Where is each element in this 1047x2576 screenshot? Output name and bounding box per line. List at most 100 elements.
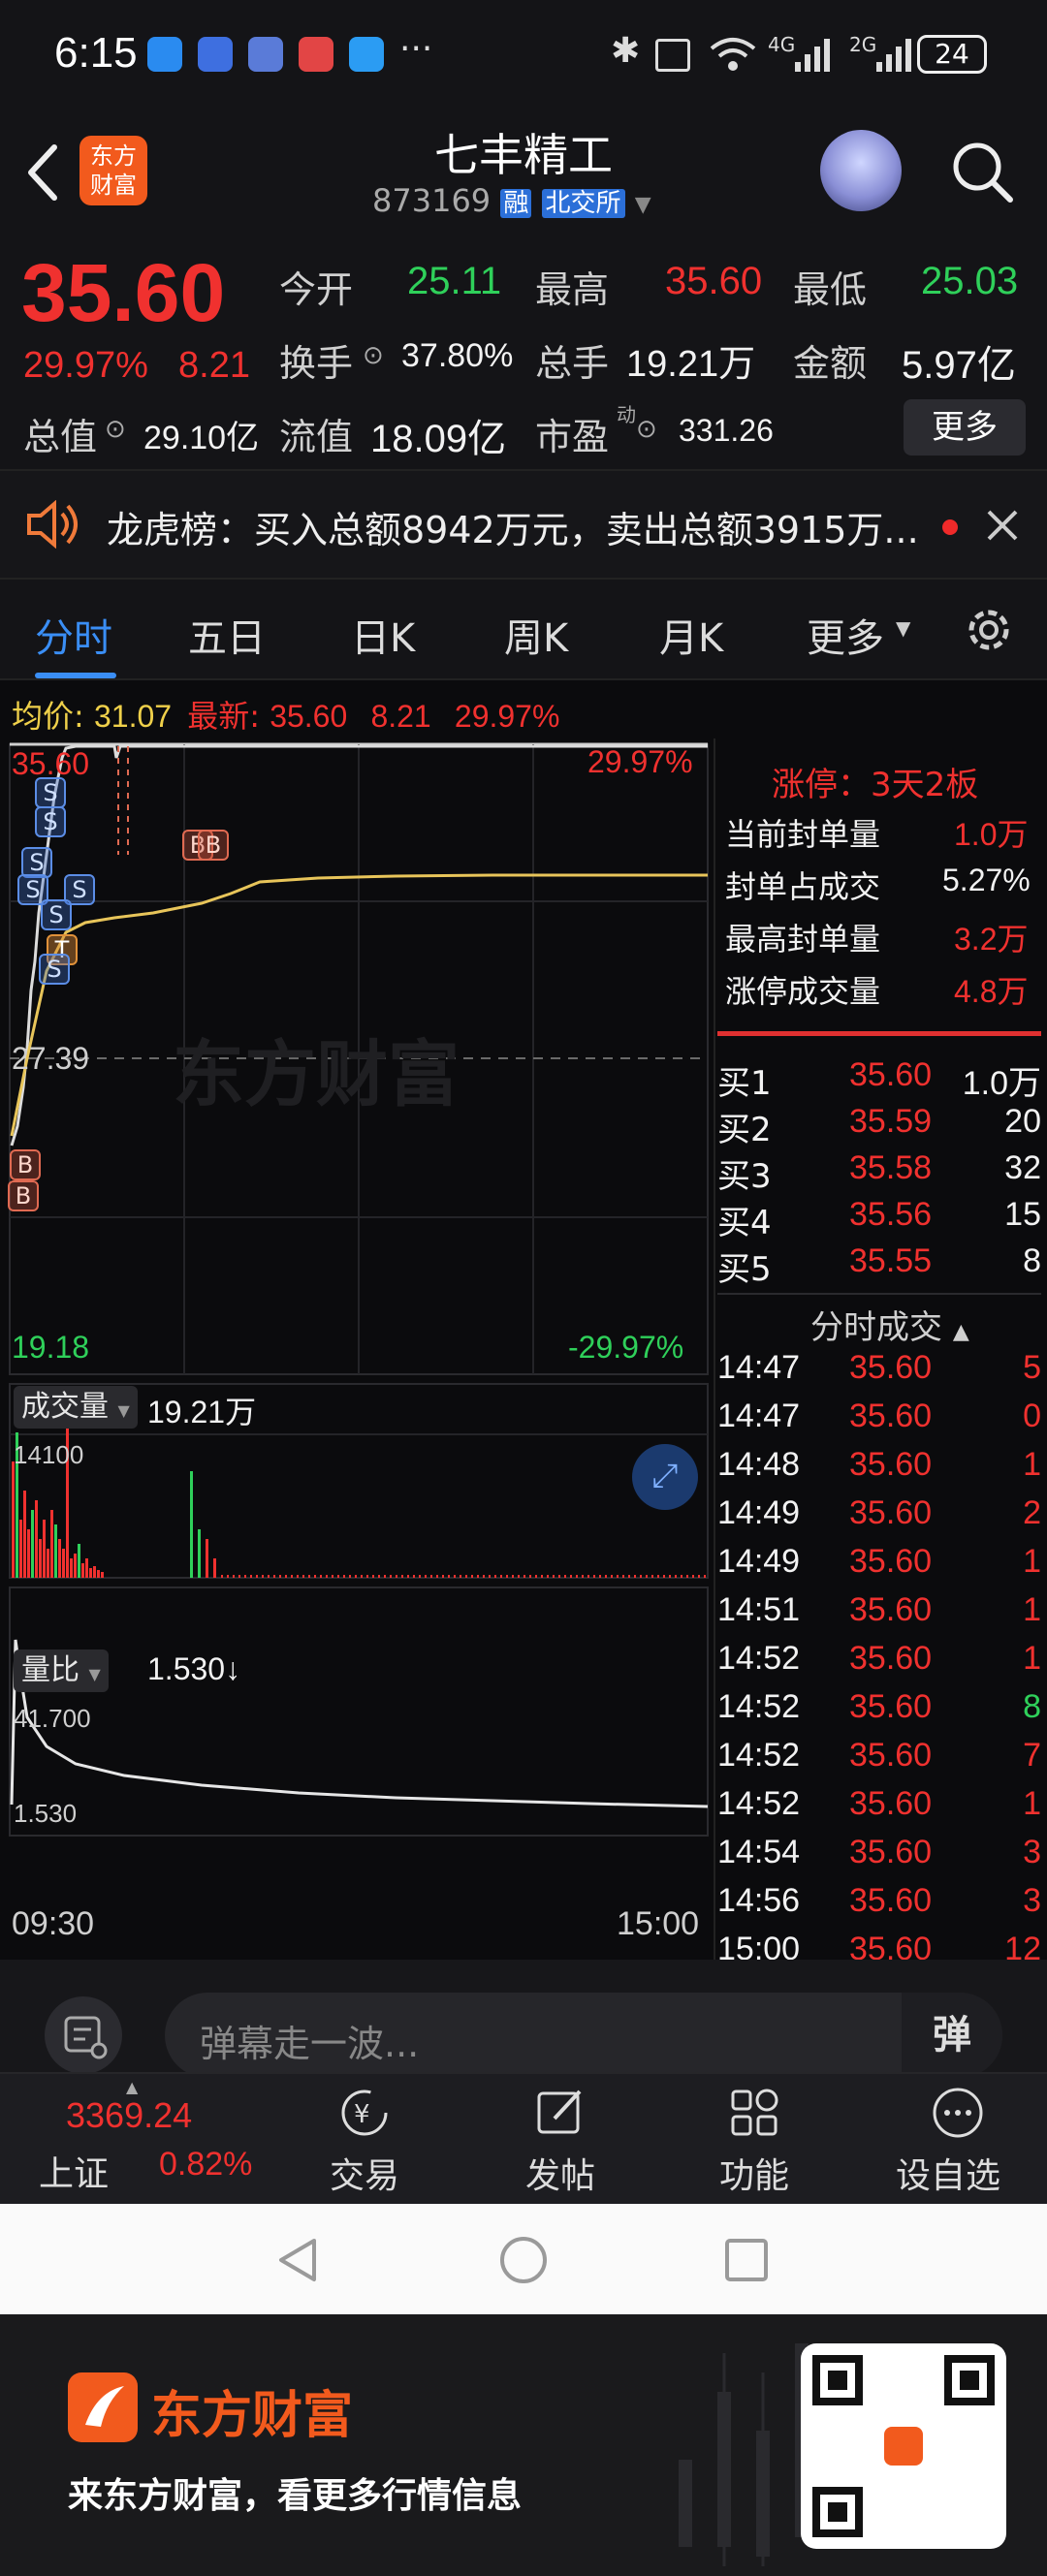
info-icon[interactable]: ⊙ bbox=[636, 415, 657, 444]
volume-bar bbox=[570, 1575, 572, 1578]
tab-daily-k[interactable]: 日K bbox=[351, 607, 415, 663]
ratio-label: 量比 bbox=[21, 1653, 79, 1687]
limit-divider bbox=[717, 1031, 1041, 1036]
top-price-label: 35.60 bbox=[12, 746, 90, 781]
buy-marker[interactable]: B bbox=[198, 830, 229, 861]
volume-bar bbox=[436, 1575, 438, 1578]
stock-code: 873169 融 北交所 ▼ bbox=[372, 182, 651, 219]
bottom-price-label: 19.18 bbox=[12, 1330, 90, 1365]
home-circle-icon[interactable] bbox=[498, 2235, 549, 2285]
volume-bar bbox=[512, 1575, 514, 1578]
notice-bar[interactable]: 龙虎榜：买入总额8942万元，卖出总额3915万... bbox=[0, 469, 1047, 578]
tab-more[interactable]: 更多 bbox=[807, 607, 884, 663]
close-icon[interactable] bbox=[985, 508, 1020, 543]
chevron-down-icon[interactable]: ▼ bbox=[635, 193, 651, 217]
more-button[interactable]: 更多 bbox=[904, 399, 1026, 456]
ratio-max-label: 41.700 bbox=[14, 1704, 91, 1733]
trade-row: 14:51 35.60 1 bbox=[717, 1591, 1047, 1640]
info-icon[interactable]: ⊙ bbox=[363, 341, 384, 370]
nav-trade[interactable]: ¥ 交易 bbox=[312, 2074, 419, 2206]
volume-bar bbox=[349, 1575, 351, 1578]
volume-value: 19.21万 bbox=[626, 344, 756, 385]
buy-marker[interactable]: B bbox=[10, 1149, 41, 1180]
tab-monthly-k[interactable]: 月K bbox=[659, 607, 723, 663]
volume-ratio-line bbox=[10, 1639, 709, 1808]
volume-bar bbox=[698, 1575, 700, 1578]
volume-bar bbox=[302, 1575, 304, 1578]
volume-bar bbox=[518, 1575, 520, 1578]
gear-icon[interactable] bbox=[960, 601, 1018, 659]
battery-icon: 24 bbox=[917, 35, 987, 74]
volume-indicator-selector[interactable]: 成交量 ▼ bbox=[14, 1386, 138, 1429]
volume-bar bbox=[704, 1575, 706, 1578]
limit-row-value: 1.0万 bbox=[954, 817, 1029, 852]
wifi-icon bbox=[710, 38, 756, 71]
nav-function[interactable]: 功能 bbox=[702, 2074, 809, 2206]
index-percent[interactable]: 0.82% bbox=[159, 2146, 252, 2183]
trade-time: 14:52 bbox=[717, 1688, 801, 1725]
back-triangle-icon[interactable] bbox=[275, 2237, 322, 2283]
volume-bar bbox=[535, 1575, 537, 1578]
volume-bar bbox=[454, 1575, 456, 1578]
sell-marker[interactable]: S bbox=[41, 899, 72, 930]
network-label: 4G bbox=[768, 33, 796, 56]
nav-post[interactable]: 发帖 bbox=[508, 2074, 615, 2206]
nav-watchlist[interactable]: 设自选 bbox=[892, 2074, 1028, 2206]
trade-qty: 1 bbox=[1023, 1785, 1041, 1822]
info-icon[interactable]: ⊙ bbox=[105, 415, 126, 444]
volume-bar bbox=[308, 1575, 310, 1578]
danmaku-send-button[interactable]: 弹 bbox=[902, 1993, 1002, 2078]
sell-marker[interactable]: S bbox=[39, 954, 70, 985]
qr-code[interactable] bbox=[801, 2343, 1006, 2549]
volume-bar bbox=[465, 1575, 467, 1578]
eastmoney-logo-icon bbox=[68, 2372, 138, 2442]
trade-qty: 1 bbox=[1023, 1591, 1041, 1628]
volume-bar bbox=[198, 1529, 201, 1578]
index-name[interactable]: 上证 bbox=[39, 2146, 109, 2196]
danmaku-input[interactable]: 弹幕走一波... 弹 bbox=[165, 1993, 1002, 2078]
turnover-label: 换手 bbox=[279, 342, 354, 385]
tab-intraday[interactable]: 分时 bbox=[35, 607, 112, 663]
volume-label: 总手 bbox=[535, 342, 610, 385]
volume-bar bbox=[622, 1575, 624, 1578]
expand-icon[interactable]: ⤢ bbox=[632, 1444, 698, 1510]
tab-five-day[interactable]: 五日 bbox=[188, 607, 266, 663]
trade-row: 14:54 35.60 3 bbox=[717, 1834, 1047, 1882]
limit-row-value: 3.2万 bbox=[954, 922, 1029, 957]
volume-bar bbox=[50, 1510, 53, 1578]
open-value: 25.11 bbox=[407, 260, 502, 302]
order-book-row: 买5 35.55 8 bbox=[717, 1242, 1047, 1289]
volume-bar bbox=[669, 1575, 671, 1578]
trade-row: 14:52 35.60 1 bbox=[717, 1785, 1047, 1834]
intraday-chart-svg[interactable]: 东方财富 bbox=[8, 738, 710, 1839]
volume-bar bbox=[675, 1575, 677, 1578]
trades-header[interactable]: 分时成交 ▲ bbox=[810, 1301, 969, 1348]
volume-bar bbox=[190, 1471, 193, 1578]
ob-price: 35.55 bbox=[849, 1242, 933, 1279]
comment-list-icon[interactable] bbox=[45, 1996, 122, 2074]
qr-code-pattern bbox=[812, 2355, 995, 2537]
volume-bar bbox=[500, 1575, 502, 1578]
volume-bar bbox=[93, 1566, 96, 1578]
speaker-icon bbox=[27, 500, 78, 549]
robot-assistant-icon[interactable] bbox=[820, 130, 902, 211]
latest-percent: 29.97% bbox=[454, 699, 560, 734]
trade-qty: 1 bbox=[1023, 1640, 1041, 1677]
ratio-indicator-selector[interactable]: 量比 ▼ bbox=[14, 1649, 109, 1692]
search-icon[interactable] bbox=[948, 138, 1016, 205]
trade-qty: 1 bbox=[1023, 1543, 1041, 1580]
latest-change: 8.21 bbox=[370, 699, 431, 734]
sell-marker[interactable]: S bbox=[35, 806, 66, 837]
volume-bar bbox=[97, 1570, 100, 1578]
volume-bar bbox=[553, 1575, 555, 1578]
time-axis-start: 09:30 bbox=[12, 1905, 95, 1942]
buy-marker[interactable]: B bbox=[8, 1180, 39, 1211]
index-value[interactable]: 3369.24 bbox=[66, 2095, 192, 2136]
ob-qty: 1.0万 bbox=[962, 1065, 1041, 1102]
intraday-chart-area: 均价: 31.07 最新: 35.60 8.21 29.97% 东方财富 S S bbox=[0, 680, 1047, 1967]
unread-dot bbox=[942, 519, 958, 535]
volume-bar bbox=[227, 1575, 229, 1578]
trades-list[interactable]: 14:47 35.60 5 14:47 35.60 0 14:48 35.60 1 14:4… bbox=[717, 1349, 1047, 1969]
tab-weekly-k[interactable]: 周K bbox=[504, 607, 568, 663]
recents-square-icon[interactable] bbox=[723, 2237, 770, 2283]
